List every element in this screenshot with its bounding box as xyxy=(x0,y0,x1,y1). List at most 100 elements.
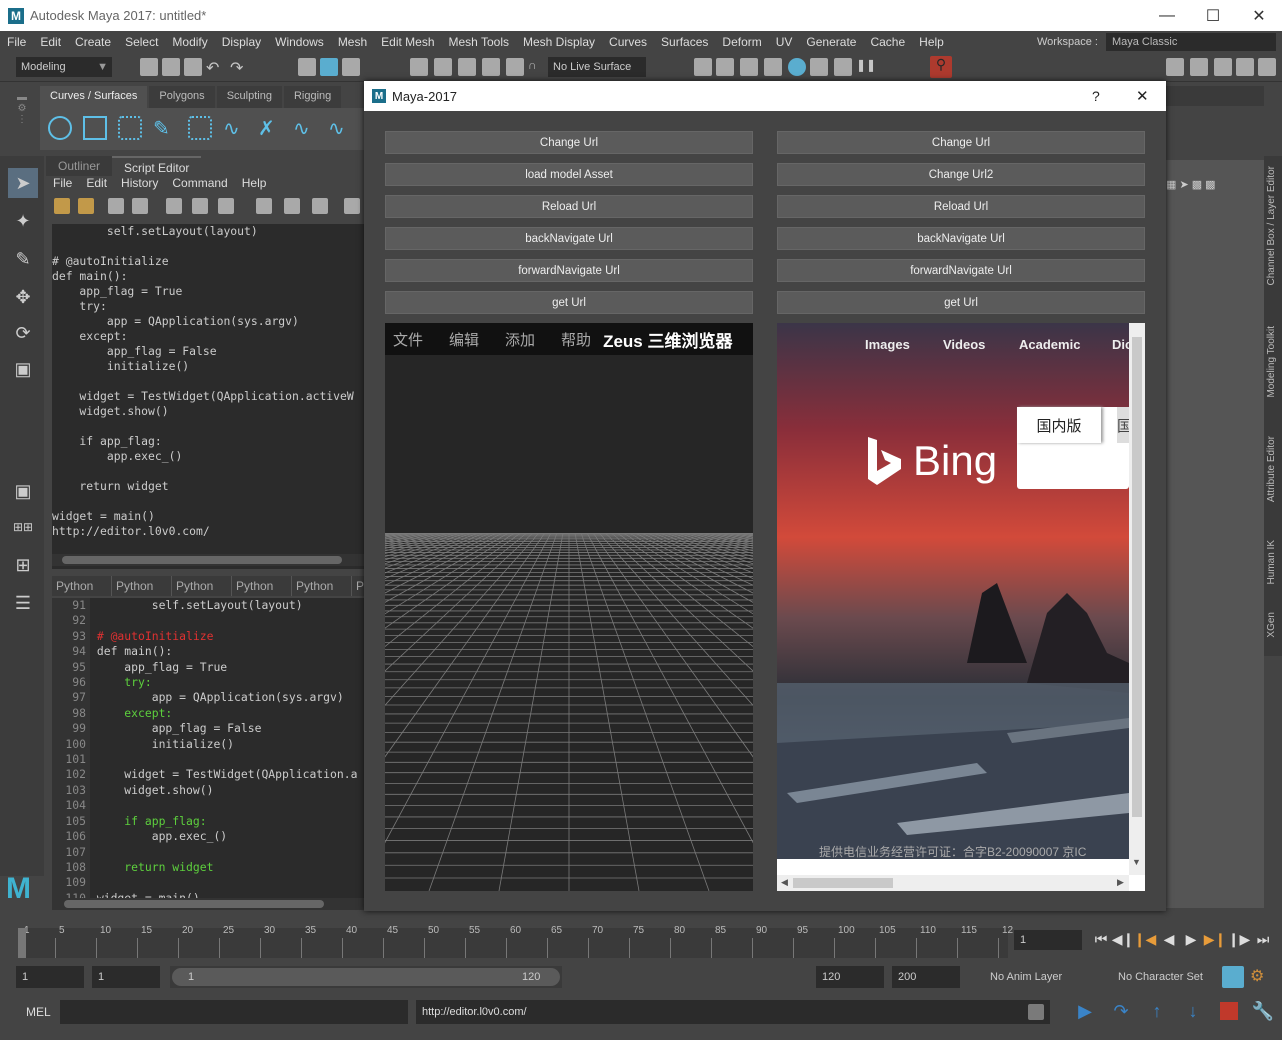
shelf-options-icon[interactable]: ▬ ⚙ ⋮ xyxy=(14,92,30,148)
open-scene-icon[interactable] xyxy=(162,58,180,76)
side-tab-4[interactable]: XGen xyxy=(1266,612,1277,638)
browser-vscrollbar[interactable]: ▼ xyxy=(1129,323,1145,875)
step-forward-key-icon[interactable]: ❙▶ xyxy=(1228,930,1251,948)
history-hscrollbar[interactable] xyxy=(52,554,364,566)
help-button[interactable]: ? xyxy=(1092,88,1100,104)
wrench-icon[interactable]: 🔧 xyxy=(1252,1001,1274,1021)
clear-input-icon[interactable] xyxy=(192,198,208,214)
select-hierarchy-icon[interactable] xyxy=(298,58,316,76)
menu-display[interactable]: Display xyxy=(215,35,268,49)
script-menu-help[interactable]: Help xyxy=(235,176,274,194)
render-settings-icon[interactable] xyxy=(764,58,782,76)
current-frame-field[interactable]: 1 xyxy=(1014,930,1082,950)
menu-mesh-display[interactable]: Mesh Display xyxy=(516,35,602,49)
save-scene-icon[interactable] xyxy=(184,58,202,76)
lasso-tool-icon[interactable]: ✦ xyxy=(8,206,38,236)
magnet-icon[interactable]: ∩ xyxy=(528,58,546,76)
zeus-menu-item-3[interactable]: 帮助 xyxy=(561,329,591,350)
right-button-backnavigate-url[interactable]: backNavigate Url xyxy=(777,227,1145,250)
side-tab-3[interactable]: Human IK xyxy=(1266,540,1277,584)
menu-file[interactable]: File xyxy=(0,35,33,49)
arrow-down-icon[interactable]: ↓ xyxy=(1184,1001,1202,1021)
minimize-button[interactable]: — xyxy=(1144,0,1190,31)
live-surface-field[interactable]: No Live Surface xyxy=(548,57,646,77)
scroll-right-icon[interactable]: ▶ xyxy=(1117,877,1124,888)
zeus-menu-item-1[interactable]: 编辑 xyxy=(449,329,479,350)
right-button-get-url[interactable]: get Url xyxy=(777,291,1145,314)
anim-prefs-icon[interactable]: ⚙ xyxy=(1250,966,1272,988)
region-tab-domestic[interactable]: 国内版 xyxy=(1017,407,1101,443)
close-dialog-button[interactable]: ✕ xyxy=(1136,87,1149,105)
side-tab-2[interactable]: Attribute Editor xyxy=(1266,436,1277,502)
scroll-down-icon[interactable]: ▼ xyxy=(1132,857,1141,867)
left-button-load-model-asset[interactable]: load model Asset xyxy=(385,163,753,186)
clear-history-icon[interactable] xyxy=(166,198,182,214)
ipr-render-icon[interactable] xyxy=(740,58,758,76)
snap-surface-icon[interactable] xyxy=(506,58,524,76)
script-editor-icon[interactable] xyxy=(1028,1004,1044,1020)
scale-tool-icon[interactable]: ▣ xyxy=(8,354,38,384)
menu-surfaces[interactable]: Surfaces xyxy=(654,35,715,49)
script-menu-command[interactable]: Command xyxy=(165,176,234,194)
browser-vscroll-thumb[interactable] xyxy=(1132,337,1142,817)
command-input[interactable] xyxy=(60,1000,408,1024)
menu-cache[interactable]: Cache xyxy=(863,35,912,49)
playback-start-field[interactable]: 1 xyxy=(92,966,160,988)
render-view-icon[interactable] xyxy=(716,58,734,76)
single-view-icon[interactable]: ▣ xyxy=(8,476,38,506)
go-to-start-icon[interactable]: ⏮ xyxy=(1092,930,1110,948)
history-scroll-thumb[interactable] xyxy=(62,556,342,564)
echo-commands-icon[interactable] xyxy=(344,198,360,214)
bing-nav-videos[interactable]: Videos xyxy=(943,337,985,352)
grid-viewport[interactable] xyxy=(385,355,753,891)
rebuild-curve-icon[interactable]: ∿ xyxy=(328,116,352,140)
shelf-tab-3[interactable]: Rigging xyxy=(283,86,342,108)
animation-end-field[interactable]: 200 xyxy=(892,966,960,988)
workspace-value[interactable]: Maya Classic xyxy=(1105,32,1276,51)
python-tab-3[interactable]: Python xyxy=(232,576,292,596)
side-tab-1[interactable]: Modeling Toolkit xyxy=(1266,326,1277,398)
curve-tool-icon[interactable]: ∿ xyxy=(223,116,247,140)
zeus-menu-item-0[interactable]: 文件 xyxy=(393,329,423,350)
play-forwards-icon[interactable]: ▶ xyxy=(1182,930,1200,948)
range-bar-handle[interactable] xyxy=(172,968,560,986)
pencil-curve-icon[interactable]: ✎ xyxy=(153,116,177,140)
step-back-key-icon[interactable]: ◀❙ xyxy=(1112,930,1135,948)
hypershade-icon[interactable] xyxy=(788,58,806,76)
command-language[interactable]: MEL xyxy=(26,1005,51,1019)
shelf-tab-1[interactable]: Polygons xyxy=(149,86,215,108)
pause-icon[interactable]: ❚❚ xyxy=(856,58,876,76)
snap-grid-icon[interactable] xyxy=(410,58,428,76)
play-backwards-icon[interactable]: ◀ xyxy=(1160,930,1178,948)
side-tab-0[interactable]: Channel Box / Layer Editor xyxy=(1266,166,1277,286)
four-view-icon[interactable]: ⊞⊞ xyxy=(8,512,38,542)
script-menu-file[interactable]: File xyxy=(46,176,79,194)
bing-nav-academic[interactable]: Academic xyxy=(1019,337,1080,352)
save-script-icon[interactable] xyxy=(108,198,124,214)
go-to-end-icon[interactable]: ⏭ xyxy=(1254,930,1272,948)
animation-start-field[interactable]: 1 xyxy=(16,966,84,988)
tab-outliner[interactable]: Outliner xyxy=(46,156,113,176)
step-forward-frame-icon[interactable]: ▶❙ xyxy=(1204,930,1227,948)
arrow-up-icon[interactable]: ↑ xyxy=(1148,1001,1166,1021)
anim-layer-field[interactable]: No Anim Layer xyxy=(984,966,1080,988)
bing-nav-images[interactable]: Images xyxy=(865,337,910,352)
modeling-toolkit-icon[interactable] xyxy=(1166,58,1184,76)
input-scroll-thumb[interactable] xyxy=(64,900,324,908)
render-setup-icon[interactable] xyxy=(810,58,828,76)
input-hscrollbar[interactable] xyxy=(52,898,364,910)
snap-view-icon[interactable] xyxy=(482,58,500,76)
menu-mesh[interactable]: Mesh xyxy=(331,35,374,49)
render-frame-icon[interactable] xyxy=(694,58,712,76)
light-editor-icon[interactable] xyxy=(834,58,852,76)
redo-icon[interactable]: ↷ xyxy=(230,58,248,77)
bing-browser[interactable]: Images Videos Academic Dic Bing 国内版 国 提供… xyxy=(777,323,1145,891)
rotate-tool-icon[interactable]: ⟳ xyxy=(8,318,38,348)
tool-settings-icon[interactable] xyxy=(1236,58,1254,76)
shelf-tab-2[interactable]: Sculpting xyxy=(216,86,282,108)
move-tool-icon[interactable]: ✥ xyxy=(8,282,38,312)
show-input-icon[interactable] xyxy=(284,198,300,214)
menu-windows[interactable]: Windows xyxy=(268,35,331,49)
zeus-menu-item-2[interactable]: 添加 xyxy=(505,329,535,350)
source-script-icon[interactable] xyxy=(78,198,94,214)
